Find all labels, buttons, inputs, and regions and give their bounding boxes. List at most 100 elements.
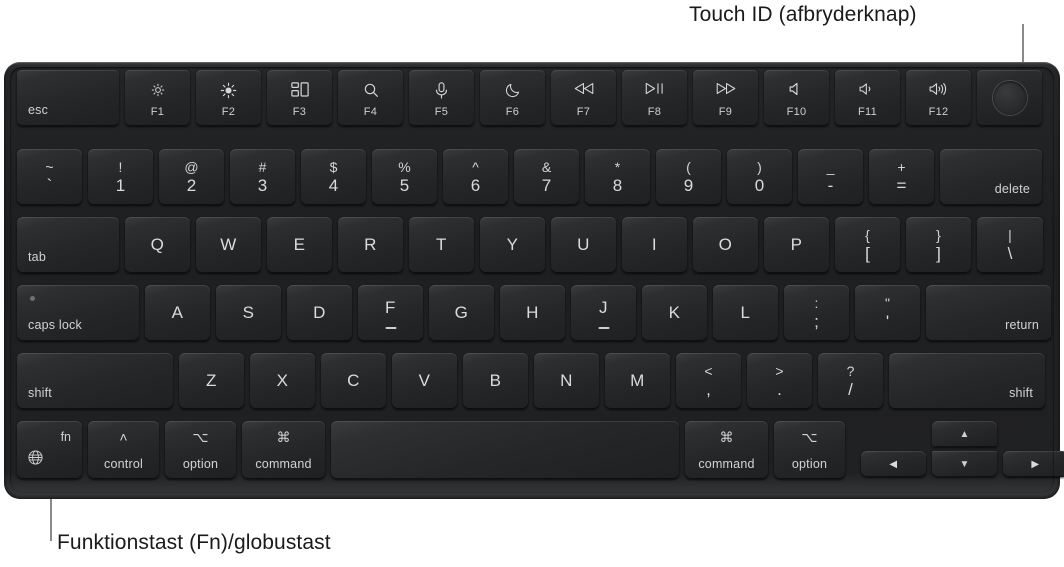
key-1[interactable]: ! 1 <box>88 149 153 205</box>
bottom-letter-key-row: shift Z X C V B N M < , > . ? / shift <box>14 353 1050 409</box>
key-e[interactable]: E <box>267 217 332 273</box>
key-z[interactable]: Z <box>179 353 244 409</box>
arrow-left-icon: ◀ <box>889 458 898 470</box>
key-slash[interactable]: ? / <box>818 353 883 409</box>
key-shift-left[interactable]: shift <box>17 353 173 409</box>
key-backslash[interactable]: | \ <box>977 217 1043 273</box>
arrow-down-icon: ▼ <box>959 458 970 470</box>
key-shift-right[interactable]: shift <box>889 353 1045 409</box>
key-f2[interactable]: F2 <box>196 70 261 126</box>
key-2[interactable]: @ 2 <box>159 149 224 205</box>
key-5[interactable]: % 5 <box>372 149 437 205</box>
key-f3-label: F3 <box>292 106 307 118</box>
key-period[interactable]: > . <box>747 353 812 409</box>
key-backslash-lower-legend: \ <box>1007 244 1013 263</box>
key-space[interactable] <box>331 421 679 479</box>
key-s[interactable]: S <box>216 285 281 341</box>
key-quote[interactable]: " ' <box>855 285 920 341</box>
key-command-left[interactable]: ⌘ command <box>242 421 325 479</box>
key-d[interactable]: D <box>287 285 352 341</box>
key-semicolon[interactable]: : ; <box>784 285 849 341</box>
key-a[interactable]: A <box>145 285 210 341</box>
key-9-lower-legend: 9 <box>683 176 694 195</box>
key-f8[interactable]: F8 <box>622 70 687 126</box>
key-8[interactable]: * 8 <box>585 149 650 205</box>
key-4[interactable]: $ 4 <box>301 149 366 205</box>
key-f5[interactable]: F5 <box>409 70 474 126</box>
key-f1[interactable]: F1 <box>125 70 190 126</box>
key-q[interactable]: Q <box>125 217 190 273</box>
key-f7-label: F7 <box>576 106 591 118</box>
key-touch-id-power-button[interactable] <box>977 70 1042 126</box>
key-n[interactable]: N <box>534 353 599 409</box>
key-p[interactable]: P <box>764 217 829 273</box>
key-y[interactable]: Y <box>480 217 545 273</box>
key-t[interactable]: T <box>409 217 474 273</box>
key-bed: esc F1 F2 F3 F4 F5 F6 F7 F8 F9 F10 F11 F… <box>14 70 1064 489</box>
key-f6[interactable]: F6 <box>480 70 545 126</box>
key-g[interactable]: G <box>429 285 494 341</box>
key-v[interactable]: V <box>392 353 457 409</box>
key-f3[interactable]: F3 <box>267 70 332 126</box>
globe-icon <box>27 449 44 471</box>
key-f10[interactable]: F10 <box>764 70 829 126</box>
key-tab[interactable]: tab <box>17 217 119 273</box>
key-3-lower-legend: 3 <box>257 176 268 195</box>
key-bracket-left[interactable]: { [ <box>835 217 900 273</box>
key-w-legend: W <box>220 235 237 254</box>
key-h-legend: H <box>526 303 539 322</box>
key-f4[interactable]: F4 <box>338 70 403 126</box>
key-arrow-up[interactable]: ▲ <box>932 421 997 447</box>
key-delete[interactable]: delete <box>940 149 1042 205</box>
key-6-lower-legend: 6 <box>470 176 481 195</box>
key-6[interactable]: ^ 6 <box>443 149 508 205</box>
option-icon: ⌥ <box>192 429 209 445</box>
key-f11[interactable]: F11 <box>835 70 900 126</box>
key-f7[interactable]: F7 <box>551 70 616 126</box>
key-arrow-right[interactable]: ▶ <box>1003 451 1064 477</box>
key-m[interactable]: M <box>605 353 670 409</box>
key-9-upper-legend: ( <box>686 159 691 175</box>
key-bracket-right[interactable]: } ] <box>906 217 971 273</box>
key-fn-globe[interactable]: fn <box>17 421 82 479</box>
key-option-left[interactable]: ⌥ option <box>165 421 236 479</box>
key-bracket-right-lower-legend: ] <box>936 244 941 263</box>
key-h[interactable]: H <box>500 285 565 341</box>
key-arrow-left[interactable]: ◀ <box>861 451 926 477</box>
key-equals[interactable]: + = <box>869 149 934 205</box>
key-k[interactable]: K <box>642 285 707 341</box>
key-comma[interactable]: < , <box>676 353 741 409</box>
key-j[interactable]: J <box>571 285 636 341</box>
key-b[interactable]: B <box>463 353 528 409</box>
key-o[interactable]: O <box>693 217 758 273</box>
key-arrow-down[interactable]: ▼ <box>932 451 997 477</box>
key-grave[interactable]: ~ ` <box>17 149 82 205</box>
key-7[interactable]: & 7 <box>514 149 579 205</box>
key-f8-label: F8 <box>647 106 662 118</box>
key-3[interactable]: # 3 <box>230 149 295 205</box>
key-c-legend: C <box>347 371 360 390</box>
key-9[interactable]: ( 9 <box>656 149 721 205</box>
key-0[interactable]: ) 0 <box>727 149 792 205</box>
key-quote-upper-legend: " <box>885 295 890 311</box>
key-option-right[interactable]: ⌥ option <box>774 421 845 479</box>
key-i[interactable]: I <box>622 217 687 273</box>
key-control-left[interactable]: ˄ control <box>88 421 159 479</box>
key-f11-label: F11 <box>857 106 878 118</box>
key-u[interactable]: U <box>551 217 616 273</box>
key-w[interactable]: W <box>196 217 261 273</box>
key-f[interactable]: F <box>358 285 423 341</box>
key-esc[interactable]: esc <box>17 70 119 126</box>
key-l[interactable]: L <box>713 285 778 341</box>
key-hyphen[interactable]: _ - <box>798 149 863 205</box>
key-f9[interactable]: F9 <box>693 70 758 126</box>
key-x[interactable]: X <box>250 353 315 409</box>
key-f12[interactable]: F12 <box>906 70 971 126</box>
key-r[interactable]: R <box>338 217 403 273</box>
key-return[interactable]: return <box>926 285 1051 341</box>
key-c[interactable]: C <box>321 353 386 409</box>
dictation-microphone-icon <box>409 82 474 102</box>
key-control-left-label: control <box>104 456 143 471</box>
key-command-right[interactable]: ⌘ command <box>685 421 768 479</box>
key-caps-lock[interactable]: caps lock <box>17 285 139 341</box>
